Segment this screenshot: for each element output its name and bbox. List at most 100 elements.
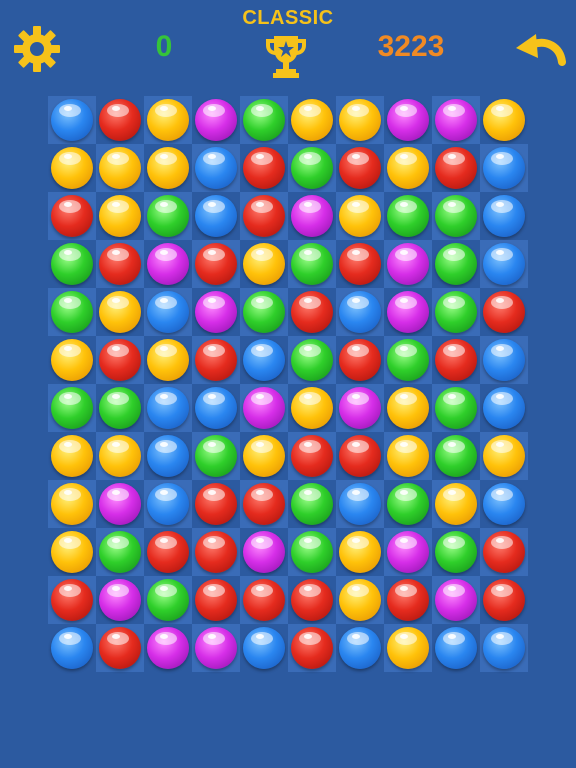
blue-ball[interactable] bbox=[51, 99, 93, 141]
board-cell[interactable] bbox=[144, 624, 192, 672]
settings-button[interactable] bbox=[12, 24, 62, 74]
magenta-ball[interactable] bbox=[387, 531, 429, 573]
blue-ball[interactable] bbox=[147, 435, 189, 477]
board-cell[interactable] bbox=[384, 576, 432, 624]
blue-ball[interactable] bbox=[435, 627, 477, 669]
red-ball[interactable] bbox=[291, 435, 333, 477]
board-cell[interactable] bbox=[336, 192, 384, 240]
board-cell[interactable] bbox=[144, 528, 192, 576]
blue-ball[interactable] bbox=[483, 483, 525, 525]
red-ball[interactable] bbox=[147, 531, 189, 573]
board-cell[interactable] bbox=[96, 624, 144, 672]
board-cell[interactable] bbox=[288, 528, 336, 576]
board-cell[interactable] bbox=[288, 144, 336, 192]
green-ball[interactable] bbox=[435, 435, 477, 477]
green-ball[interactable] bbox=[435, 387, 477, 429]
board-cell[interactable] bbox=[48, 432, 96, 480]
board-cell[interactable] bbox=[240, 384, 288, 432]
board-cell[interactable] bbox=[384, 384, 432, 432]
board-cell[interactable] bbox=[288, 384, 336, 432]
blue-ball[interactable] bbox=[483, 387, 525, 429]
board-cell[interactable] bbox=[192, 480, 240, 528]
magenta-ball[interactable] bbox=[291, 195, 333, 237]
green-ball[interactable] bbox=[291, 243, 333, 285]
board-cell[interactable] bbox=[384, 432, 432, 480]
board-cell[interactable] bbox=[480, 192, 528, 240]
board-cell[interactable] bbox=[144, 576, 192, 624]
magenta-ball[interactable] bbox=[387, 243, 429, 285]
yellow-ball[interactable] bbox=[51, 531, 93, 573]
yellow-ball[interactable] bbox=[243, 243, 285, 285]
board-cell[interactable] bbox=[240, 432, 288, 480]
board-cell[interactable] bbox=[144, 192, 192, 240]
board-cell[interactable] bbox=[480, 480, 528, 528]
board-cell[interactable] bbox=[48, 336, 96, 384]
board-cell[interactable] bbox=[48, 624, 96, 672]
board-cell[interactable] bbox=[48, 144, 96, 192]
board-cell[interactable] bbox=[240, 144, 288, 192]
green-ball[interactable] bbox=[51, 387, 93, 429]
blue-ball[interactable] bbox=[243, 627, 285, 669]
board-cell[interactable] bbox=[192, 336, 240, 384]
board-cell[interactable] bbox=[240, 288, 288, 336]
board-cell[interactable] bbox=[480, 336, 528, 384]
board-cell[interactable] bbox=[336, 288, 384, 336]
blue-ball[interactable] bbox=[339, 291, 381, 333]
board-cell[interactable] bbox=[480, 240, 528, 288]
board-cell[interactable] bbox=[192, 96, 240, 144]
board-cell[interactable] bbox=[432, 384, 480, 432]
red-ball[interactable] bbox=[339, 147, 381, 189]
board-cell[interactable] bbox=[192, 384, 240, 432]
board-cell[interactable] bbox=[336, 144, 384, 192]
board-cell[interactable] bbox=[336, 480, 384, 528]
green-ball[interactable] bbox=[51, 291, 93, 333]
board-cell[interactable] bbox=[240, 96, 288, 144]
board-cell[interactable] bbox=[48, 288, 96, 336]
magenta-ball[interactable] bbox=[243, 531, 285, 573]
board-cell[interactable] bbox=[96, 576, 144, 624]
green-ball[interactable] bbox=[195, 435, 237, 477]
yellow-ball[interactable] bbox=[147, 99, 189, 141]
yellow-ball[interactable] bbox=[483, 435, 525, 477]
board-cell[interactable] bbox=[48, 480, 96, 528]
green-ball[interactable] bbox=[435, 531, 477, 573]
board-cell[interactable] bbox=[480, 96, 528, 144]
blue-ball[interactable] bbox=[243, 339, 285, 381]
yellow-ball[interactable] bbox=[339, 579, 381, 621]
yellow-ball[interactable] bbox=[99, 147, 141, 189]
red-ball[interactable] bbox=[243, 195, 285, 237]
board-cell[interactable] bbox=[240, 480, 288, 528]
blue-ball[interactable] bbox=[147, 291, 189, 333]
board-cell[interactable] bbox=[336, 624, 384, 672]
board-cell[interactable] bbox=[192, 288, 240, 336]
green-ball[interactable] bbox=[291, 339, 333, 381]
board-cell[interactable] bbox=[240, 624, 288, 672]
board-cell[interactable] bbox=[288, 480, 336, 528]
board-cell[interactable] bbox=[144, 336, 192, 384]
red-ball[interactable] bbox=[51, 579, 93, 621]
board-cell[interactable] bbox=[288, 336, 336, 384]
board-cell[interactable] bbox=[384, 240, 432, 288]
board-cell[interactable] bbox=[96, 336, 144, 384]
blue-ball[interactable] bbox=[483, 243, 525, 285]
blue-ball[interactable] bbox=[195, 147, 237, 189]
green-ball[interactable] bbox=[387, 195, 429, 237]
board-cell[interactable] bbox=[48, 192, 96, 240]
yellow-ball[interactable] bbox=[387, 627, 429, 669]
board-cell[interactable] bbox=[288, 576, 336, 624]
board-cell[interactable] bbox=[144, 480, 192, 528]
board-cell[interactable] bbox=[48, 576, 96, 624]
board-cell[interactable] bbox=[48, 96, 96, 144]
yellow-ball[interactable] bbox=[51, 435, 93, 477]
board-cell[interactable] bbox=[48, 528, 96, 576]
red-ball[interactable] bbox=[195, 243, 237, 285]
board-cell[interactable] bbox=[240, 576, 288, 624]
board-cell[interactable] bbox=[240, 336, 288, 384]
blue-ball[interactable] bbox=[483, 195, 525, 237]
yellow-ball[interactable] bbox=[99, 195, 141, 237]
board-cell[interactable] bbox=[288, 192, 336, 240]
magenta-ball[interactable] bbox=[339, 387, 381, 429]
red-ball[interactable] bbox=[99, 99, 141, 141]
board-cell[interactable] bbox=[336, 240, 384, 288]
yellow-ball[interactable] bbox=[483, 99, 525, 141]
